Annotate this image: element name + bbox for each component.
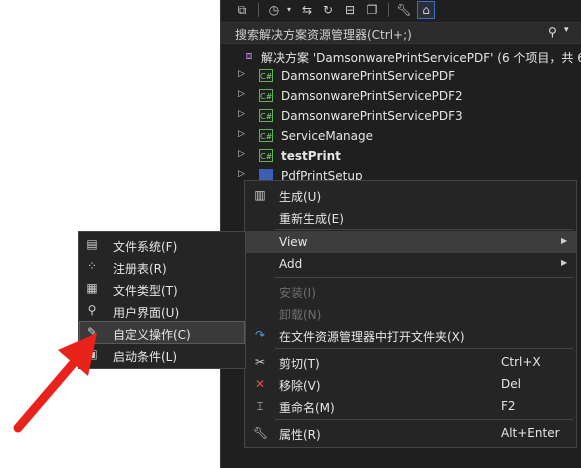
shortcut-label: Del (501, 377, 521, 391)
csharp-project-icon: C# (259, 149, 273, 162)
menu-item-open-folder[interactable]: ↷ 在文件资源管理器中打开文件夹(X) (245, 324, 576, 346)
submenu-item-file-system[interactable]: ▤ 文件系统(F) (80, 234, 244, 255)
csharp-project-icon: C# (259, 69, 273, 82)
menu-item-rebuild[interactable]: 重新生成(E) (245, 206, 576, 228)
submenu-arrow-icon: ▶ (561, 258, 568, 267)
launch-conditions-icon: ▣ (86, 347, 98, 361)
solution-label: 解决方案 'DamsonwarePrintServicePDF' (6 个项目，… (261, 51, 581, 65)
submenu-item-label: 文件系统(F) (113, 240, 178, 254)
search-input[interactable]: 搜索解决方案资源管理器(Ctrl+;) (235, 26, 412, 43)
menu-item-label: 安装(I) (279, 286, 316, 300)
submenu-item-file-types[interactable]: ▦ 文件类型(T) (80, 278, 244, 299)
file-system-icon: ▤ (86, 237, 98, 251)
submenu-item-label: 启动条件(L) (113, 350, 178, 364)
project-node[interactable]: ▷ C# ServiceManage (221, 126, 581, 146)
project-node[interactable]: ▷ C# DamsonwarePrintServicePDF (221, 66, 581, 86)
project-node[interactable]: ▷ C# testPrint (221, 146, 581, 166)
preview-icon[interactable]: ⌂ (417, 1, 435, 19)
menu-item-install: 安装(I) (245, 280, 576, 302)
menu-item-properties[interactable]: 🔧︎ 属性(R) Alt+Enter (245, 422, 576, 444)
shortcut-label: F2 (501, 399, 516, 413)
user-interface-icon: ⚲ (87, 303, 97, 317)
menu-item-remove[interactable]: ✕ 移除(V) Del (245, 373, 576, 395)
menu-separator (275, 419, 573, 420)
remove-icon: ✕ (254, 377, 266, 391)
cut-icon: ✂ (254, 355, 266, 369)
menu-item-label: 移除(V) (279, 379, 321, 393)
collapse-all-icon[interactable]: ⊟ (342, 2, 358, 18)
project-label: testPrint (281, 149, 341, 163)
search-icon[interactable]: ⚲ (548, 25, 557, 39)
dropdown-icon[interactable]: ▾ (281, 2, 297, 18)
toolbar-separator (388, 3, 389, 17)
menu-item-cut[interactable]: ✂ 剪切(T) Ctrl+X (245, 351, 576, 373)
submenu-item-user-interface[interactable]: ⚲ 用户界面(U) (80, 300, 244, 321)
submenu-item-label: 文件类型(T) (113, 284, 178, 298)
menu-separator (275, 229, 573, 230)
csharp-project-icon: C# (259, 129, 273, 142)
expand-chevron-icon[interactable]: ▷ (238, 149, 245, 159)
menu-item-uninstall: 卸载(N) (245, 302, 576, 324)
menu-item-label: 重新生成(E) (279, 212, 344, 226)
menu-item-label: 属性(R) (279, 428, 321, 442)
search-options-icon[interactable]: ▾ (564, 25, 569, 35)
menu-item-add[interactable]: Add ▶ (245, 253, 576, 275)
menu-item-label: Add (279, 257, 303, 271)
expand-chevron-icon[interactable]: ▷ (238, 89, 245, 99)
menu-item-label: 生成(U) (279, 190, 322, 204)
submenu-item-launch-conditions[interactable]: ▣ 启动条件(L) (80, 344, 244, 365)
solution-node[interactable]: ⧈ 解决方案 'DamsonwarePrintServicePDF' (6 个项… (221, 46, 581, 66)
expand-chevron-icon[interactable]: ▷ (238, 69, 245, 79)
solution-explorer-search[interactable]: 搜索解决方案资源管理器(Ctrl+;) ⚲ ▾ (221, 22, 581, 44)
menu-item-build[interactable]: ▥ 生成(U) (245, 184, 576, 206)
project-node[interactable]: ▷ C# DamsonwarePrintServicePDF3 (221, 106, 581, 126)
menu-item-rename[interactable]: ⌶ 重命名(M) F2 (245, 395, 576, 417)
submenu-item-label: 自定义操作(C) (113, 328, 191, 342)
show-all-files-icon[interactable]: ❐ (364, 2, 380, 18)
project-label: ServiceManage (281, 129, 374, 143)
project-label: DamsonwarePrintServicePDF2 (281, 89, 463, 103)
menu-item-view[interactable]: View ▶ (245, 231, 576, 253)
submenu-item-custom-actions[interactable]: ✎ 自定义操作(C) (79, 321, 245, 344)
switch-views-icon[interactable]: ⧉ (234, 2, 250, 18)
submenu-item-registry[interactable]: ⁘ 注册表(R) (80, 256, 244, 277)
solution-icon: ⧈ (245, 49, 253, 62)
expand-chevron-icon[interactable]: ▷ (238, 109, 245, 119)
menu-item-label: 在文件资源管理器中打开文件夹(X) (279, 330, 465, 344)
build-icon: ▥ (254, 188, 266, 202)
menu-separator (275, 277, 573, 278)
pending-changes-icon[interactable]: ◷ (266, 2, 282, 18)
view-submenu: ▤ 文件系统(F) ⁘ 注册表(R) ▦ 文件类型(T) ⚲ 用户界面(U) ✎… (78, 231, 246, 369)
menu-item-label: 卸载(N) (279, 308, 322, 322)
menu-item-label: 剪切(T) (279, 357, 320, 371)
project-label: DamsonwarePrintServicePDF3 (281, 109, 463, 123)
solution-explorer-toolbar: ⧉ ◷ ▾ ⇆ ↻ ⊟ ❐ 🔧︎ ⌂ (221, 0, 581, 22)
menu-item-label: View (279, 235, 308, 249)
toolbar-separator (258, 3, 259, 17)
annotation-arrow-shaft (13, 353, 83, 433)
open-folder-icon: ↷ (254, 328, 266, 342)
shortcut-label: Alt+Enter (501, 426, 560, 440)
custom-actions-icon: ✎ (86, 325, 98, 339)
expand-chevron-icon[interactable]: ▷ (238, 129, 245, 139)
submenu-item-label: 用户界面(U) (113, 306, 180, 320)
wrench-icon: 🔧︎ (253, 426, 269, 440)
menu-item-label: 重命名(M) (279, 401, 335, 415)
file-types-icon: ▦ (86, 281, 98, 295)
shortcut-label: Ctrl+X (501, 355, 541, 369)
csharp-project-icon: C# (259, 89, 273, 102)
submenu-arrow-icon: ▶ (561, 236, 568, 245)
project-label: DamsonwarePrintServicePDF (281, 69, 456, 83)
registry-icon: ⁘ (86, 259, 98, 273)
expand-chevron-icon[interactable]: ▷ (238, 169, 245, 179)
project-node[interactable]: ▷ C# DamsonwarePrintServicePDF2 (221, 86, 581, 106)
rename-icon: ⌶ (256, 399, 264, 413)
submenu-item-label: 注册表(R) (113, 262, 167, 276)
properties-wrench-icon[interactable]: 🔧︎ (396, 2, 412, 18)
csharp-project-icon: C# (259, 109, 273, 122)
refresh-icon[interactable]: ↻ (320, 2, 336, 18)
context-menu: ▥ 生成(U) 重新生成(E) View ▶ Add ▶ 安装(I) 卸载(N)… (244, 180, 577, 448)
menu-separator (275, 348, 573, 349)
sync-icon[interactable]: ⇆ (299, 2, 315, 18)
